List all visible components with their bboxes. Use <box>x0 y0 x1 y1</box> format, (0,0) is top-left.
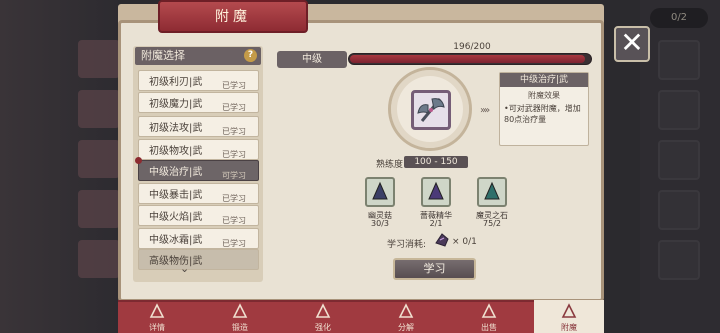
progress-bar <box>348 53 592 65</box>
enchant-name: 初级物攻|武 <box>149 146 203 157</box>
enchant-icon <box>561 303 577 318</box>
learn-button[interactable]: 学习 <box>393 258 476 280</box>
effect-label: 附魔效果 <box>528 91 560 100</box>
nav-tab-label: 附魔 <box>561 323 577 332</box>
inventory-slot <box>658 240 700 280</box>
rune-stone-icon <box>435 233 449 247</box>
nav-tab[interactable]: 分解 <box>371 300 441 333</box>
enchant-name: 初级法攻|武 <box>149 123 203 134</box>
nav-tab-label: 强化 <box>315 323 331 332</box>
top-counter-badge: 0/2 <box>650 8 708 28</box>
ghost-mushroom-icon <box>372 181 388 200</box>
learn-status: 已学习 <box>222 216 246 225</box>
enhance-icon <box>315 303 331 318</box>
background-hero-list <box>0 0 120 333</box>
sell-icon <box>481 303 497 318</box>
nav-tab-label: 详情 <box>149 323 165 332</box>
help-icon[interactable]: ? <box>244 49 257 62</box>
enchant-name: 中级火焰|武 <box>149 212 203 223</box>
nav-tab-label: 出售 <box>481 323 497 332</box>
enchant-name: 初级利刃|武 <box>149 77 203 88</box>
learn-status: 已学习 <box>222 239 246 248</box>
cost-label: 学习消耗: <box>387 240 427 250</box>
tier-label: 中级 <box>277 51 347 68</box>
enchant-list-item[interactable]: 初级利刃|武 已学习 <box>138 70 259 91</box>
enchant-list-item[interactable]: 初级魔力|武 已学习 <box>138 92 259 113</box>
enchant-name: 高级物伤|武 <box>149 256 203 267</box>
inventory-slot <box>658 40 700 80</box>
hero-portrait <box>78 90 120 128</box>
hero-portrait <box>78 240 120 278</box>
inventory-slot <box>658 90 700 130</box>
progress-text: 196/200 <box>453 42 491 52</box>
learn-status: 已学习 <box>222 127 246 136</box>
learn-status: 已学习 <box>222 81 246 90</box>
nav-tab[interactable]: 详情 <box>122 300 192 333</box>
hero-portrait <box>78 140 120 178</box>
learn-status: 已学习 <box>222 103 246 112</box>
enchant-list-item[interactable]: 初级法攻|武 已学习 <box>138 116 259 137</box>
details-icon <box>149 303 165 318</box>
enchant-name: 初级魔力|武 <box>149 99 203 110</box>
hero-portrait <box>78 190 120 228</box>
learn-status: 已学习 <box>222 150 246 159</box>
material-count: 75/2 <box>483 219 501 228</box>
enchant-list-item[interactable]: 中级暴击|武 已学习 <box>138 183 259 204</box>
material-slot[interactable] <box>365 177 395 207</box>
proficiency-value: 100 - 150 <box>404 156 468 168</box>
close-icon: ✕ <box>620 26 644 59</box>
hero-portrait <box>78 40 120 78</box>
material-slot[interactable] <box>421 177 451 207</box>
rose-essence-icon <box>428 181 444 200</box>
nav-tab[interactable]: 锻造 <box>205 300 275 333</box>
learn-status: 已学习 <box>222 194 246 203</box>
arrow-indicator: »» <box>480 105 490 116</box>
close-button[interactable]: ✕ <box>614 26 650 62</box>
selected-marker <box>135 157 142 164</box>
inventory-slot <box>658 140 700 180</box>
nav-tab[interactable]: 强化 <box>288 300 358 333</box>
axe-icon <box>417 98 445 122</box>
effect-description: •可对武器附魔，增加80点治疗量 <box>504 104 581 124</box>
enchant-list-item[interactable]: 中级火焰|武 已学习 <box>138 205 259 226</box>
enchant-list-item[interactable]: 初级物攻|武 已学习 <box>138 139 259 160</box>
nav-tab[interactable]: 附魔 <box>534 300 604 333</box>
learn-status: 可学习 <box>222 171 246 180</box>
nav-tab-label: 分解 <box>398 323 414 332</box>
spirit-stone-icon <box>484 181 500 200</box>
weapon-slot[interactable] <box>411 90 451 130</box>
material-count: 30/3 <box>371 219 389 228</box>
chevron-down-icon[interactable]: ⌄ <box>180 262 189 275</box>
list-header-label: 附魔选择 <box>141 49 185 62</box>
enchant-list-item[interactable]: 中级冰霜|武 已学习 <box>138 228 259 249</box>
decompose-icon <box>398 303 414 318</box>
proficiency-label: 熟练度 <box>376 160 404 170</box>
enchant-list-header: 附魔选择 ? <box>135 47 261 65</box>
enchant-list-item[interactable]: 高级物伤|武 <box>138 249 259 270</box>
material-slot[interactable] <box>477 177 507 207</box>
enchant-list-item[interactable]: 中级治疗|武 可学习 <box>138 160 259 181</box>
nav-tab[interactable]: 出售 <box>454 300 524 333</box>
enchant-name: 中级暴击|武 <box>149 190 203 201</box>
inventory-slot <box>658 190 700 230</box>
page-title: 附魔 <box>158 0 308 33</box>
material-count: 2/1 <box>429 219 443 228</box>
nav-tab-label: 锻造 <box>232 323 248 332</box>
cost-count: × 0/1 <box>452 237 477 247</box>
enchant-name: 中级冰霜|武 <box>149 235 203 246</box>
skill-card: 中级治疗|武 附魔效果 •可对武器附魔，增加80点治疗量 <box>499 72 589 146</box>
skill-title: 中级治疗|武 <box>500 73 588 87</box>
forge-icon <box>232 303 248 318</box>
background-inventory <box>640 0 720 333</box>
progress-fill <box>350 55 585 63</box>
enchant-name: 中级治疗|武 <box>149 167 203 178</box>
